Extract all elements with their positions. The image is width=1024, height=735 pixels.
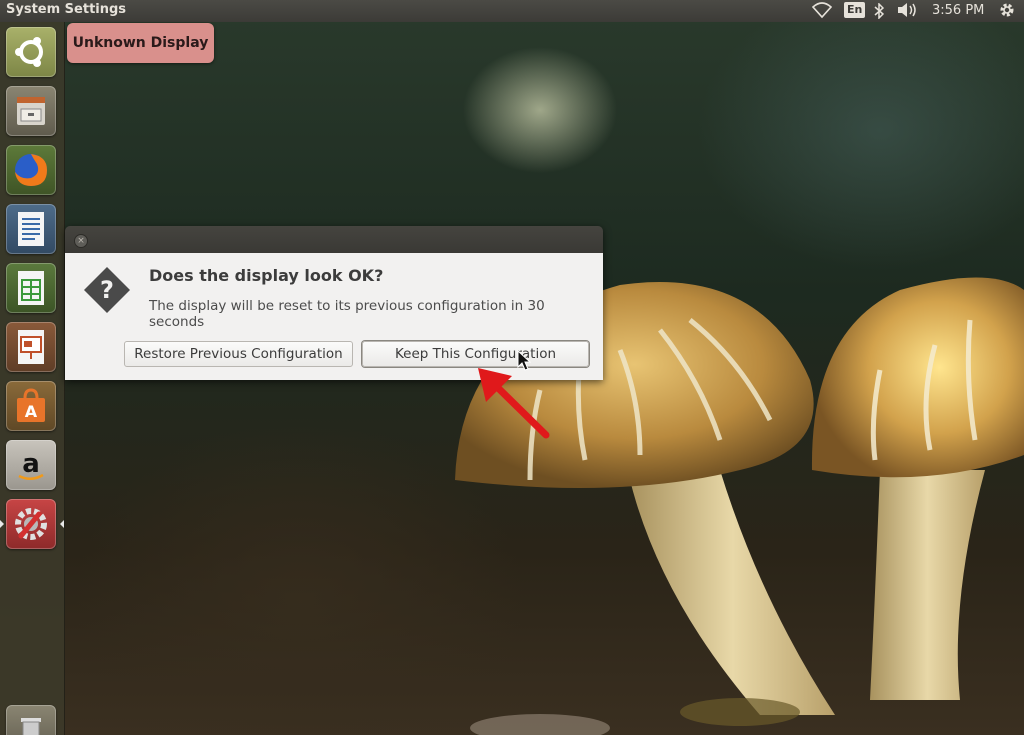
clock[interactable]: 3:56 PM xyxy=(932,1,984,21)
launcher-item-files[interactable] xyxy=(6,86,56,136)
gear-icon[interactable] xyxy=(998,1,1016,21)
dialog-heading: Does the display look OK? xyxy=(149,266,384,285)
close-icon[interactable]: × xyxy=(74,234,88,248)
svg-text:a: a xyxy=(22,449,40,479)
desktop: System Settings En 3:56 PM A a Unknown D… xyxy=(0,0,1024,735)
file-cabinet-icon xyxy=(17,97,45,125)
mouse-cursor-icon xyxy=(517,350,531,371)
launcher-item-software-center[interactable]: A xyxy=(6,381,56,431)
bluetooth-icon[interactable] xyxy=(874,1,885,21)
launcher-item-trash[interactable] xyxy=(6,705,56,735)
amazon-icon: a xyxy=(18,449,44,480)
question-icon: ? xyxy=(84,267,130,313)
writer-icon xyxy=(18,212,44,246)
svg-text:A: A xyxy=(25,402,38,421)
launcher-item-dash-home[interactable] xyxy=(6,27,56,77)
volume-icon[interactable] xyxy=(896,1,918,21)
firefox-icon xyxy=(15,154,47,186)
settings-icon xyxy=(15,508,47,540)
svg-text:?: ? xyxy=(100,276,114,304)
launcher-item-firefox[interactable] xyxy=(6,145,56,195)
launcher: A a xyxy=(0,22,65,735)
launcher-item-writer[interactable] xyxy=(6,204,56,254)
active-indicator xyxy=(60,520,64,528)
annotation-arrow-icon xyxy=(478,368,550,439)
launcher-item-system-settings[interactable] xyxy=(0,499,64,549)
trash-icon xyxy=(21,718,41,735)
launcher-item-calc[interactable] xyxy=(6,263,56,313)
impress-icon xyxy=(18,330,44,364)
shopping-bag-icon: A xyxy=(17,388,45,422)
calc-icon xyxy=(18,271,44,305)
restore-previous-configuration-button[interactable]: Restore Previous Configuration xyxy=(124,341,353,367)
dialog-message: The display will be reset to its previou… xyxy=(149,298,545,330)
launcher-item-amazon[interactable]: a xyxy=(6,440,56,490)
running-indicator xyxy=(0,520,4,528)
wifi-icon[interactable] xyxy=(811,1,833,21)
notification-bubble: Unknown Display xyxy=(67,23,214,63)
ubuntu-logo-icon xyxy=(15,37,43,67)
dialog-titlebar[interactable]: × xyxy=(65,226,603,253)
launcher-item-impress[interactable] xyxy=(6,322,56,372)
app-title: System Settings xyxy=(6,2,127,17)
keyboard-layout-indicator[interactable]: En xyxy=(844,2,866,18)
top-panel: System Settings En 3:56 PM xyxy=(0,0,1024,22)
